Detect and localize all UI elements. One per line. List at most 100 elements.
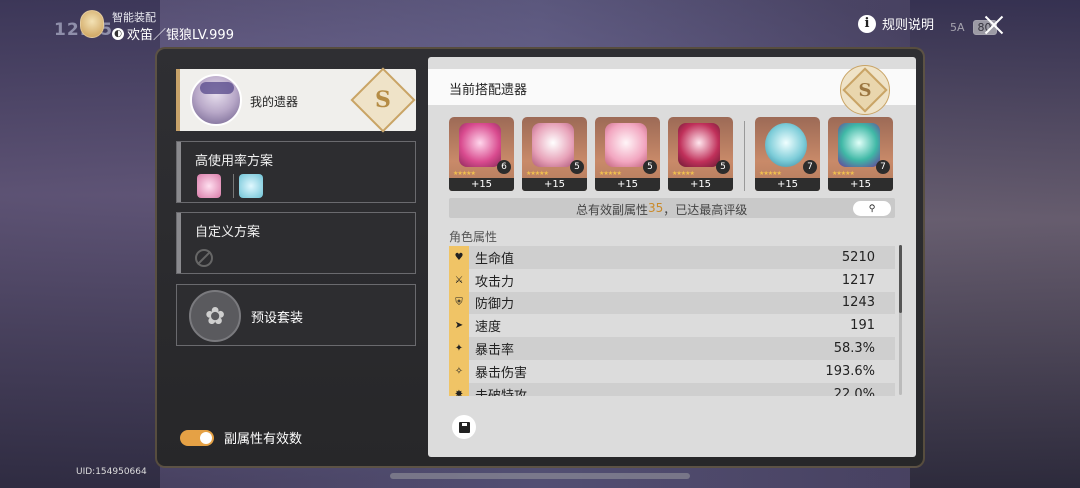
heart-icon: ♥ [449,246,469,269]
rank-letter: S [375,86,391,113]
attr-row-crit-rate: ✦ 暴击率 58.3% [449,337,895,360]
relic-rarity: 5 [643,160,657,174]
relic-art [605,123,647,167]
boot-icon: ➤ [449,314,469,338]
shield-icon: ⛨ [449,291,469,315]
relic-card-body[interactable]: 5 ★★★★★ +15 [595,117,660,191]
relic-card-hands[interactable]: 5 ★★★★★ +15 [522,117,587,191]
attr-name: 暴击伤害 [475,365,528,381]
app-name: 智能装配 [112,11,156,24]
score-rank-letter: S [858,79,872,101]
relic-set-icon [197,174,221,198]
high-usage-plan[interactable]: 高使用率方案 [176,141,416,203]
top-bar: 12:45 智能装配 ◐ 欢笛／银狼LV.999 i 规则说明 5A 80 [0,0,1080,46]
selected-edge [176,69,180,131]
attr-value: 5210 [841,249,875,265]
plan-edge [177,142,181,202]
attr-row-spd: ➤ 速度 191 [449,314,895,338]
relic-card-sphere[interactable]: 7 ★★★★★ +15 [755,117,820,191]
rank-badge: S [350,67,416,133]
relic-divider [744,121,745,191]
crit-rate-icon: ✦ [449,337,469,360]
high-usage-title: 高使用率方案 [195,154,274,169]
plan-edge [177,213,181,273]
custom-title: 自定义方案 [195,225,261,240]
player-avatar[interactable] [80,10,104,38]
character-avatar [190,74,242,126]
preset-set-button[interactable]: ✿ 预设套装 [176,284,416,346]
attr-row-crit-dmg: ✧ 暴击伤害 193.6% [449,359,895,383]
relic-stars: ★★★★★ [672,170,695,177]
background-left [0,0,160,488]
attr-value: 58.3% [833,341,875,357]
breadcrumb-text: 欢笛／银狼LV.999 [127,28,234,43]
relic-rarity: 5 [716,160,730,174]
relic-level: +15 [595,178,660,191]
attr-title: 角色属性 [449,230,498,244]
score-rank-badge: S [840,65,890,115]
home-indicator [390,473,690,479]
custom-plan[interactable]: 自定义方案 [176,212,416,274]
relic-rarity: 7 [876,160,890,174]
current-relic-panel: 当前搭配遗器 S 6 ★★★★★ +15 5 ★★★★★ +15 5 ★★★★★… [428,57,916,457]
relic-card-rope[interactable]: 7 ★★★★★ +15 [828,117,893,191]
uid-label: UID:154950664 [76,467,147,477]
attr-scrollbar[interactable] [899,245,902,395]
crit-dmg-icon: ✧ [449,359,469,383]
background-right [910,0,1080,488]
relic-art [532,123,574,167]
summary-text: 总有效副属性 35 ，已达最高评级 [576,201,747,218]
attr-value: 1217 [841,272,875,288]
attr-value: 22.0% [833,386,875,396]
my-relic-label: 我的遗器 [250,95,299,109]
attr-row-def: ⛨ 防御力 1243 [449,291,895,315]
relic-art [838,123,880,167]
relic-level: +15 [449,178,514,191]
scrollbar-thumb[interactable] [899,245,902,313]
attr-value: 193.6% [825,363,875,379]
attr-value: 191 [850,318,875,334]
relic-stars: ★★★★★ [453,170,476,177]
relic-stars: ★★★★★ [526,170,549,177]
relic-level: +15 [668,178,733,191]
attr-value: 1243 [841,295,875,311]
divider [233,174,234,198]
attr-list[interactable]: ♥ 生命值 5210 ⚔ 攻击力 1217 ⛨ 防御力 1243 ➤ 速度 19… [449,246,895,396]
empty-icon [195,249,213,267]
relic-rarity: 6 [497,160,511,174]
substat-toggle[interactable] [180,429,214,446]
relic-art [459,123,501,167]
header-title: 当前搭配遗器 [449,83,528,98]
relic-card-feet[interactable]: 5 ★★★★★ +15 [668,117,733,191]
relic-level: +15 [755,178,820,191]
search-button[interactable]: ⚲ [853,201,891,216]
relic-card-head[interactable]: 6 ★★★★★ +15 [449,117,514,191]
signal-text: 5A [950,21,965,34]
rules-button[interactable]: i 规则说明 [858,14,934,33]
sword-icon: ⚔ [449,268,469,292]
breadcrumb: ◐ 欢笛／银狼LV.999 [112,24,234,43]
substat-summary: 总有效副属性 35 ，已达最高评级 ⚲ [449,198,895,218]
character-type-icon: ◐ [112,27,124,40]
save-button[interactable] [452,415,476,439]
summary-suffix: ，已达最高评级 [663,203,748,217]
close-button[interactable] [980,12,1008,38]
attr-name: 攻击力 [475,274,515,290]
toggle-label: 副属性有效数 [224,432,303,447]
summary-prefix: 总有效副属性 [576,203,649,217]
relic-stars: ★★★★★ [599,170,622,177]
relic-rarity: 5 [570,160,584,174]
save-icon [458,421,470,433]
search-icon: ⚲ [868,203,876,214]
attr-row-break: ✸ 击破特攻 22.0% [449,382,895,396]
summary-count: 35 [648,201,664,215]
relic-rarity: 7 [803,160,817,174]
break-icon: ✸ [449,382,469,396]
attr-name: 生命值 [475,251,515,267]
my-relic-tab[interactable]: 我的遗器 S [176,67,416,133]
relic-art [765,123,807,167]
rules-label: 规则说明 [882,18,935,33]
attr-name: 速度 [475,320,502,336]
attr-row-hp: ♥ 生命值 5210 [449,246,895,269]
info-icon: i [858,14,876,33]
